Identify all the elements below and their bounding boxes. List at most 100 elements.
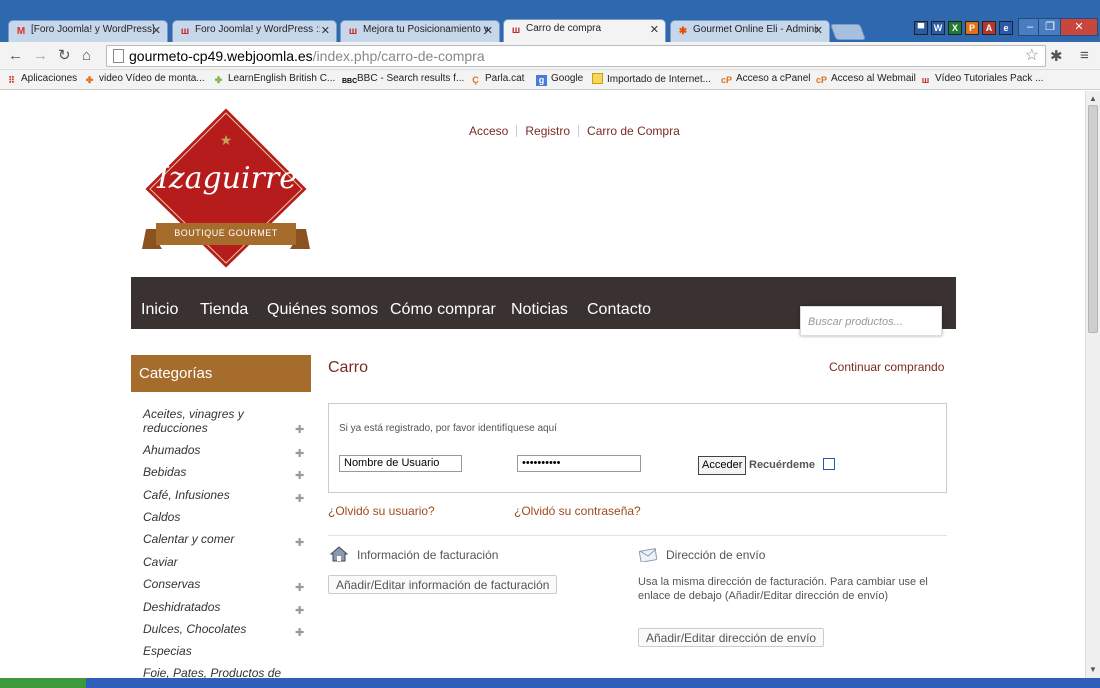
start-button[interactable] [0,678,86,688]
joomla-icon: ✱ [678,26,688,37]
system-tray: ▀ W X P Ae [914,20,1016,35]
expand-icon[interactable]: ✚ [295,604,304,618]
bookmark[interactable]: ш Vídeo Tutoriales Pack ... [920,73,1044,86]
expand-icon[interactable]: ✚ [295,626,304,640]
divider [328,535,947,536]
category-item[interactable]: Caviar [143,555,283,569]
site-logo[interactable]: ★ Izaguirre BOUTIQUE GOURMET [142,105,312,271]
address-bar[interactable]: gourmeto-cp49.webjoomla.es/index.php/car… [106,45,1046,67]
expand-icon[interactable]: ✚ [295,423,304,437]
vertical-scrollbar[interactable]: ▲ ▼ [1085,91,1100,678]
forgot-password-link[interactable]: ¿Olvidó su contraseña? [514,504,641,518]
browser-tab[interactable]: ✱ Gourmet Online Eli - Administ ✕ [670,20,830,42]
category-item[interactable]: Dulces, Chocolates ✚ [143,622,304,639]
expand-icon[interactable]: ✚ [295,469,304,483]
logo-ribbon-text: BOUTIQUE GOURMET [174,228,278,238]
divider [516,125,518,137]
login-link[interactable]: Acceso [469,124,508,138]
close-tab-icon[interactable]: ✕ [321,24,330,37]
window-icon[interactable]: ▀ [914,21,928,35]
category-item[interactable]: Bebidas ✚ [143,465,304,482]
expand-icon[interactable]: ✚ [295,536,304,550]
close-tab-icon[interactable]: ✕ [484,24,493,37]
bookmark[interactable]: g Google [536,73,583,86]
browser-menu-icon[interactable]: ≡ [1080,47,1089,64]
folder-icon [592,73,603,84]
bookmark[interactable]: cP Acceso al Webmail [816,73,916,86]
bookmark[interactable]: Ç Parla.cat [470,73,524,86]
nav-item-como-comprar[interactable]: Cómo comprar [390,301,496,319]
nav-item-tienda[interactable]: Tienda [200,301,248,319]
back-icon[interactable]: ← [8,48,23,64]
category-item[interactable]: Conservas ✚ [143,577,304,594]
forward-icon[interactable]: → [33,48,48,64]
cart-link[interactable]: Carro de Compra [587,124,680,138]
edit-shipping-button[interactable]: Añadir/Editar dirección de envío [638,628,825,647]
nav-item-quienes-somos[interactable]: Quiénes somos [267,301,378,319]
search-input[interactable]: Buscar productos... [800,306,942,336]
expand-icon[interactable]: ✚ [295,447,304,461]
british-council-icon: ✤ [214,75,223,85]
browser-tab-strip: M [Foro Joomla! y WordPress] ✕ ш Foro Jo… [0,0,1100,43]
close-window-button[interactable]: ✕ [1060,18,1098,36]
word-icon[interactable]: W [931,21,945,35]
new-tab-button[interactable] [830,24,866,40]
browser-tab-active[interactable]: ш Carro de compra ✕ [503,19,666,43]
top-links: Acceso Registro Carro de Compra [469,124,680,138]
home-icon[interactable]: ⌂ [82,48,91,64]
bookmark-star-icon[interactable]: ☆ [1025,46,1039,66]
excel-icon[interactable]: X [948,21,962,35]
category-item[interactable]: Especias [143,644,283,658]
register-link[interactable]: Registro [525,124,570,138]
continue-shopping-link[interactable]: Continuar comprando [829,360,944,374]
forgot-username-link[interactable]: ¿Olvidó su usuario? [328,504,435,518]
bookmark[interactable]: ✤ LearnEnglish British C... [213,73,336,86]
bookmark[interactable]: ⠿ Aplicaciones [6,73,77,86]
category-item[interactable]: Aceites, vinagres y reducciones ✚ [143,407,304,436]
shipping-envelope-icon [639,548,657,562]
remember-me-checkbox[interactable] [823,458,835,470]
billing-house-icon [330,546,348,562]
ie-icon[interactable]: e [999,21,1013,35]
reload-icon[interactable]: ↻ [58,48,71,64]
nav-item-inicio[interactable]: Inicio [141,301,178,319]
nav-item-contacto[interactable]: Contacto [587,301,651,319]
category-item[interactable]: Deshidratados ✚ [143,600,304,617]
bookmark[interactable]: ✤ video Vídeo de monta... [84,73,205,86]
scroll-down-icon[interactable]: ▼ [1089,665,1097,674]
parla-icon: Ç [472,75,479,85]
login-prompt: Si ya está registrado, por favor identif… [339,423,557,434]
restore-button[interactable]: ❐ [1038,18,1062,36]
category-item[interactable]: Calentar y comer ✚ [143,532,304,549]
video-icon: ✤ [85,75,94,85]
password-field[interactable]: •••••••••• [517,455,641,472]
scrollbar-thumb[interactable] [1088,105,1098,333]
webjoomla-icon: ш [348,26,358,37]
categories-heading: Categorías [131,355,311,392]
close-tab-icon[interactable]: ✕ [650,23,659,36]
category-item[interactable]: Café, Infusiones ✚ [143,488,304,505]
category-item[interactable]: Ahumados ✚ [143,443,304,460]
extension-icon[interactable]: ✱ [1050,47,1063,65]
acrobat-icon[interactable]: A [982,21,996,35]
nav-item-noticias[interactable]: Noticias [511,301,568,319]
close-tab-icon[interactable]: ✕ [152,24,161,37]
shipping-description: Usa la misma dirección de facturación. P… [638,576,928,602]
powerpoint-icon[interactable]: P [965,21,979,35]
category-item[interactable]: Foie, Pates, Productos de [143,666,283,678]
bookmark[interactable]: cP Acceso a cPanel [721,73,811,86]
category-item[interactable]: Caldos [143,510,283,524]
edit-billing-button[interactable]: Añadir/Editar información de facturación [328,575,558,594]
bookmark[interactable]: Importado de Internet... [592,73,711,85]
browser-tab[interactable]: M [Foro Joomla! y WordPress] ✕ [8,20,168,42]
expand-icon[interactable]: ✚ [295,492,304,506]
os-taskbar [0,678,1100,688]
expand-icon[interactable]: ✚ [295,581,304,595]
browser-tab[interactable]: ш Mejora tu Posicionamiento y ✕ [340,20,500,42]
scroll-up-icon[interactable]: ▲ [1089,94,1097,103]
login-button[interactable]: Acceder [698,456,747,475]
username-field[interactable]: Nombre de Usuario [339,455,462,472]
bookmark[interactable]: BBCBBC - Search results f... [342,73,464,87]
browser-tab[interactable]: ш Foro Joomla! y WordPress :: ✕ [172,20,337,42]
close-tab-icon[interactable]: ✕ [814,24,823,37]
